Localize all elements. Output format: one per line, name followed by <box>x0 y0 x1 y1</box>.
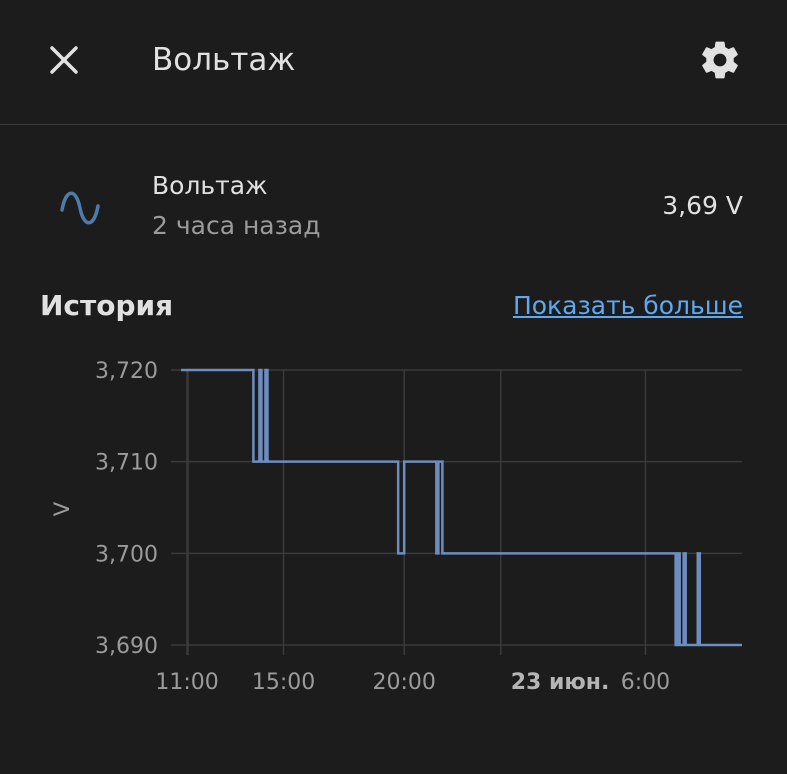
x-tick-label: 15:00 <box>252 670 315 695</box>
x-tick-label: 6:00 <box>621 670 670 695</box>
history-chart[interactable]: 3,720 3,710 3,700 3,690 11:00 15:00 20:00 23 и… <box>0 340 787 700</box>
y-tick-label: 3,700 <box>95 542 158 567</box>
y-tick-label: 3,690 <box>95 634 158 659</box>
dialog-header: Вольтаж <box>0 0 787 125</box>
show-more-link[interactable]: Показать больше <box>513 288 743 324</box>
x-tick-label: 11:00 <box>155 670 218 695</box>
gear-icon <box>702 41 738 79</box>
entity-last-changed: 2 часа назад <box>152 211 321 240</box>
series-line <box>181 368 742 647</box>
history-title: История <box>40 289 174 322</box>
chart-series <box>181 368 742 647</box>
sine-wave-icon <box>60 191 100 225</box>
x-axis-ticks: 11:00 15:00 20:00 23 июн. 6:00 <box>155 670 670 695</box>
entity-row[interactable]: Вольтаж 2 часа назад 3,69 V <box>0 160 787 250</box>
y-tick-label: 3,720 <box>95 359 158 384</box>
close-icon <box>50 46 78 74</box>
x-tick-label: 20:00 <box>372 670 435 695</box>
dialog-title: Вольтаж <box>152 42 296 78</box>
settings-button[interactable] <box>694 34 746 86</box>
x-tick-label: 23 июн. <box>511 670 610 695</box>
close-button[interactable] <box>40 36 88 84</box>
y-axis-ticks: 3,720 3,710 3,700 3,690 <box>95 359 158 659</box>
y-axis-label: V <box>50 501 74 516</box>
chart-grid <box>171 369 742 655</box>
entity-state: 3,69 V <box>662 191 743 220</box>
y-tick-label: 3,710 <box>95 451 158 476</box>
entity-name: Вольтаж <box>152 171 268 200</box>
